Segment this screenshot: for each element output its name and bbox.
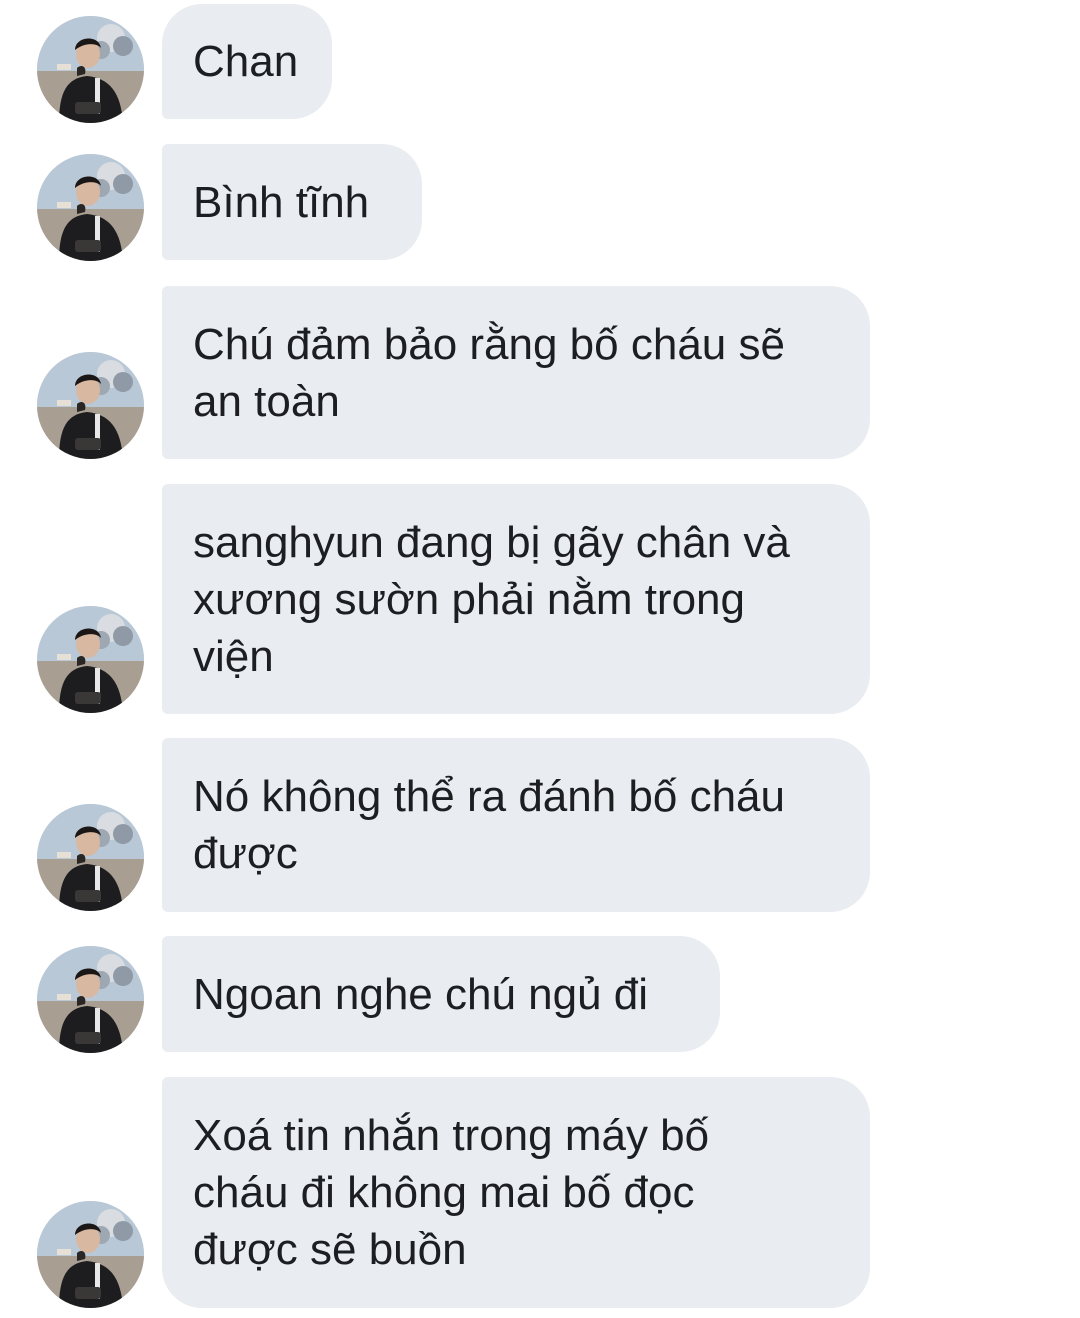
person-avatar-icon [37,1201,144,1308]
avatar[interactable] [37,804,144,911]
message-thread: Chan Bình tĩnh Chú đảm bảo rằng bố cháu … [0,0,1080,1318]
message-bubble[interactable]: Bình tĩnh [162,144,422,260]
message-text: Bình tĩnh [193,177,370,227]
message-bubble[interactable]: Nó không thể ra đánh bố cháu được [162,738,870,912]
person-avatar-icon [37,606,144,713]
message-text: sanghyun đang bị gãy chân và xương sườn … [193,517,790,681]
message-text: Chan [193,37,299,86]
message-text: Nó không thể ra đánh bố cháu được [193,772,786,878]
person-avatar-icon [37,946,144,1053]
avatar[interactable] [37,1201,144,1308]
avatar[interactable] [37,352,144,459]
message-bubble[interactable]: Ngoan nghe chú ngủ đi [162,936,720,1052]
message-text: Ngoan nghe chú ngủ đi [193,969,649,1019]
person-avatar-icon [37,804,144,911]
avatar[interactable] [37,946,144,1053]
message-bubble[interactable]: Xoá tin nhắn trong máy bố cháu đi không … [162,1077,870,1308]
message-bubble[interactable]: Chú đảm bảo rằng bố cháu sẽ an toàn [162,286,870,459]
person-avatar-icon [37,16,144,123]
message-bubble[interactable]: Chan [162,4,332,119]
message-bubble[interactable]: sanghyun đang bị gãy chân và xương sườn … [162,484,870,714]
person-avatar-icon [37,352,144,459]
avatar[interactable] [37,154,144,261]
message-text: Chú đảm bảo rằng bố cháu sẽ an toàn [193,319,785,426]
message-text: Xoá tin nhắn trong máy bố cháu đi không … [193,1111,710,1274]
avatar[interactable] [37,606,144,713]
avatar[interactable] [37,16,144,123]
person-avatar-icon [37,154,144,261]
